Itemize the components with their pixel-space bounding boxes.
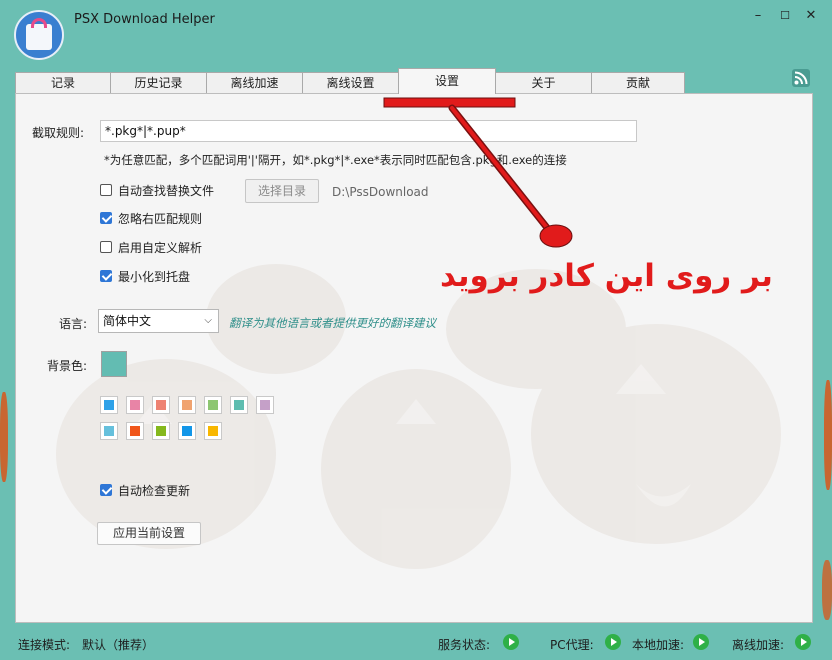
background-decoration [822,560,832,620]
auto-update-label: 自动检查更新 [118,484,191,498]
rule-label: 截取规则: [32,126,85,140]
select-directory-button[interactable]: 选择目录 [245,179,319,203]
title-bar: PSX Download Helper – ☐ ✕ [0,0,832,66]
annotation-text: بر روی این کادر بروید [440,258,773,294]
translation-suggestion-link[interactable]: 翻译为其他语言或者提供更好的翻译建议 [229,315,436,331]
tab-contribute[interactable]: 贡献 [591,72,685,93]
minimize-to-tray-label: 最小化到托盘 [118,270,191,284]
color-swatch[interactable] [100,422,118,440]
close-button[interactable]: ✕ [799,6,823,26]
settings-panel: 截取规则: *为任意匹配，多个匹配词用'|'隔开，如*.pkg*|*.exe*表… [15,93,813,623]
auto-update-checkbox[interactable] [100,484,112,496]
tab-records[interactable]: 记录 [15,72,111,93]
rule-hint: *为任意匹配，多个匹配词用'|'隔开，如*.pkg*|*.exe*表示同时匹配包… [104,153,567,167]
auto-find-replace-label: 自动查找替换文件 [118,184,215,198]
background-decoration [0,392,8,482]
maximize-button[interactable]: ☐ [773,6,797,26]
ignore-right-match-label: 忽略右匹配规则 [118,212,203,226]
apply-settings-button[interactable]: 应用当前设置 [97,522,201,545]
local-accel-label: 本地加速: [632,638,685,652]
color-swatch[interactable] [178,422,196,440]
color-swatch[interactable] [230,396,248,414]
tab-settings[interactable]: 设置 [398,68,496,94]
offline-accel-play-icon[interactable] [795,634,811,650]
color-swatch[interactable] [126,422,144,440]
color-swatch[interactable] [204,396,222,414]
local-accel-play-icon[interactable] [693,634,709,650]
background-color-label: 背景色: [47,359,88,373]
app-logo-icon [14,10,64,60]
tab-about[interactable]: 关于 [495,72,592,93]
tab-offline-settings[interactable]: 离线设置 [302,72,399,93]
color-swatch[interactable] [100,396,118,414]
download-path: D:\PssDownload [332,185,429,199]
offline-accel-label: 离线加速: [732,638,785,652]
color-swatch[interactable] [152,422,170,440]
minimize-to-tray-checkbox[interactable] [100,270,112,282]
custom-parse-label: 启用自定义解析 [118,241,203,255]
rule-input[interactable] [100,120,637,142]
rss-icon[interactable] [792,69,810,87]
status-bar: 连接模式: 默认（推荐） 服务状态: PC代理: 本地加速: 离线加速: [0,627,832,660]
window-title: PSX Download Helper [74,12,215,27]
ignore-right-match-checkbox[interactable] [100,212,112,224]
pc-proxy-label: PC代理: [550,638,594,652]
language-label: 语言: [59,317,88,331]
color-swatch[interactable] [126,396,144,414]
color-swatch[interactable] [152,396,170,414]
custom-parse-checkbox[interactable] [100,241,112,253]
language-value: 简体中文 [103,314,152,328]
auto-find-replace-checkbox[interactable] [100,184,112,196]
service-status-label: 服务状态: [438,638,491,652]
service-status-play-icon[interactable] [503,634,519,650]
connection-mode-label: 连接模式: [18,638,71,652]
color-swatch[interactable] [204,422,222,440]
pc-proxy-play-icon[interactable] [605,634,621,650]
color-swatch[interactable] [256,396,274,414]
connection-mode-value[interactable]: 默认（推荐） [82,636,154,653]
background-color-swatch[interactable] [101,351,127,377]
background-decoration [824,380,832,490]
minimize-button[interactable]: – [746,6,770,26]
color-swatch[interactable] [178,396,196,414]
chevron-down-icon: ⌵ [204,315,212,326]
language-select[interactable]: 简体中文 ⌵ [98,309,219,333]
tab-history[interactable]: 历史记录 [110,72,207,93]
tab-offline-accel[interactable]: 离线加速 [206,72,303,93]
